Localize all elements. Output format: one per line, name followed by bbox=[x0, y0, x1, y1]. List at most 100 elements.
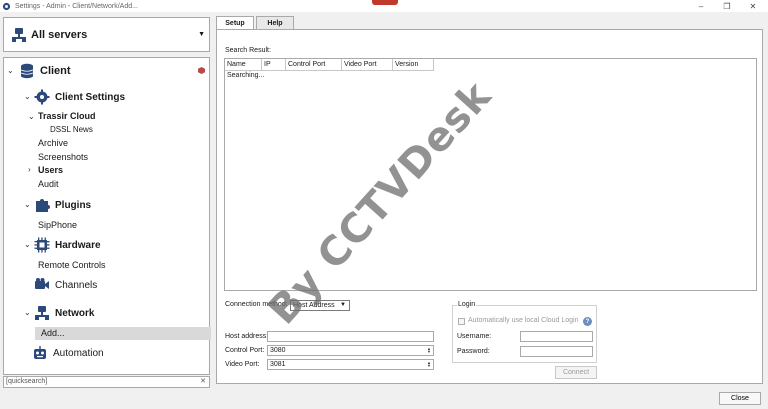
chevron-down-icon[interactable]: ⌄ bbox=[24, 240, 31, 249]
tree-label-sipphone: SipPhone bbox=[38, 220, 78, 230]
trassir-logo bbox=[372, 0, 398, 5]
chip-icon bbox=[34, 237, 50, 253]
connection-method-label: Connection method: bbox=[225, 301, 288, 308]
tree-item-add[interactable]: Add... bbox=[41, 328, 65, 338]
help-icon[interactable]: ? bbox=[583, 317, 592, 326]
tree-item-client-settings[interactable]: Client Settings bbox=[34, 89, 125, 105]
tree-label-plugins: Plugins bbox=[55, 199, 92, 211]
search-result-table[interactable]: Name IP Control Port Video Port Version … bbox=[224, 58, 757, 291]
all-servers-label: All servers bbox=[31, 28, 88, 41]
password-label: Password: bbox=[457, 348, 490, 355]
tree-item-users[interactable]: Users bbox=[38, 165, 63, 175]
tree-label-network: Network bbox=[55, 307, 95, 319]
tree-label-remote-controls: Remote Controls bbox=[38, 260, 106, 270]
column-header-version[interactable]: Version bbox=[393, 59, 434, 71]
search-result-label: Search Result: bbox=[225, 47, 271, 54]
tab-setup[interactable]: Setup bbox=[216, 16, 254, 30]
username-label: Username: bbox=[457, 333, 492, 340]
server-icon bbox=[12, 27, 26, 42]
quicksearch-placeholder: [quicksearch] bbox=[6, 378, 48, 385]
gear-icon bbox=[2, 2, 11, 10]
login-group: Login Automatically use local Cloud Logi… bbox=[452, 301, 597, 363]
robot-icon bbox=[34, 346, 46, 359]
connect-button[interactable]: Connect bbox=[555, 366, 597, 379]
tree-label-channels: Channels bbox=[55, 279, 98, 291]
clear-icon[interactable]: ✕ bbox=[200, 377, 206, 387]
chevron-right-icon[interactable]: › bbox=[28, 165, 31, 174]
table-header: Name IP Control Port Video Port Version bbox=[225, 59, 435, 71]
chevron-down-icon: ▼ bbox=[340, 302, 346, 308]
control-port-value: 3080 bbox=[270, 347, 286, 354]
column-header-ip[interactable]: IP bbox=[262, 59, 286, 71]
auto-cloud-login-label: Automatically use local Cloud Login bbox=[468, 317, 579, 324]
quicksearch-input[interactable]: [quicksearch] ✕ bbox=[3, 376, 210, 388]
tree-label-dssl-news: DSSL News bbox=[50, 125, 93, 134]
connection-method-select[interactable]: Host Address ▼ bbox=[290, 300, 350, 311]
tree-label-users: Users bbox=[38, 165, 64, 175]
tree-item-archive[interactable]: Archive bbox=[38, 138, 68, 148]
camera-icon bbox=[35, 278, 49, 289]
control-port-input[interactable]: 3080 ▲ ▼ bbox=[267, 345, 434, 356]
tree-item-dssl-news[interactable]: DSSL News bbox=[50, 125, 93, 134]
control-port-label: Control Port: bbox=[225, 347, 265, 354]
title-bar: Settings - Admin - Client/Network/Add...… bbox=[0, 0, 768, 12]
network-icon bbox=[35, 306, 49, 320]
tree-label-client: Client bbox=[40, 65, 71, 77]
gear-icon bbox=[34, 89, 50, 105]
cube-icon bbox=[198, 67, 205, 74]
tree-item-channels[interactable]: Channels bbox=[34, 277, 97, 293]
close-button[interactable]: Close bbox=[719, 392, 761, 405]
spinner-arrows-icon[interactable]: ▲ ▼ bbox=[426, 347, 432, 354]
login-legend: Login bbox=[457, 301, 477, 308]
tab-help[interactable]: Help bbox=[256, 16, 294, 29]
tree-item-trassir-cloud[interactable]: Trassir Cloud bbox=[38, 111, 96, 121]
minimize-button[interactable]: – bbox=[688, 0, 714, 12]
tree-label-hardware: Hardware bbox=[55, 239, 101, 251]
username-input[interactable] bbox=[520, 331, 593, 342]
video-port-value: 3081 bbox=[270, 361, 286, 368]
column-header-video-port[interactable]: Video Port bbox=[342, 59, 393, 71]
chevron-down-icon[interactable]: ⌄ bbox=[24, 308, 31, 317]
window-title: Settings - Admin - Client/Network/Add... bbox=[15, 2, 138, 10]
host-address-input[interactable] bbox=[267, 331, 434, 342]
tree-item-network[interactable]: Network bbox=[34, 305, 94, 321]
column-header-name[interactable]: Name bbox=[225, 59, 262, 71]
video-port-input[interactable]: 3081 ▲ ▼ bbox=[267, 359, 434, 370]
tree-item-remote-controls[interactable]: Remote Controls bbox=[38, 260, 106, 270]
host-address-label: Host address: bbox=[225, 333, 269, 340]
search-status-text: Searching... bbox=[227, 72, 265, 79]
tree-item-automation[interactable]: Automation bbox=[32, 345, 104, 361]
chevron-down-icon[interactable]: ⌄ bbox=[24, 200, 31, 209]
video-port-label: Video Port: bbox=[225, 361, 260, 368]
tree-label-client-settings: Client Settings bbox=[55, 91, 126, 103]
connection-method-value: Host Address bbox=[293, 302, 335, 309]
chevron-down-icon: ▼ bbox=[198, 31, 205, 38]
tree-label-automation: Automation bbox=[53, 347, 104, 359]
all-servers-dropdown[interactable]: All servers ▼ bbox=[3, 17, 210, 52]
puzzle-icon bbox=[36, 199, 50, 212]
chevron-down-icon[interactable]: ⌄ bbox=[28, 112, 35, 121]
tree-label-add: Add... bbox=[41, 328, 65, 338]
tree-item-client[interactable]: Client bbox=[19, 63, 71, 79]
close-window-button[interactable]: ✕ bbox=[740, 0, 766, 12]
tree-label-audit: Audit bbox=[38, 179, 59, 189]
spinner-arrows-icon[interactable]: ▲ ▼ bbox=[426, 361, 432, 368]
left-panel: All servers ▼ ⌄ Client ⌄ Client Settings… bbox=[0, 12, 213, 409]
restore-button[interactable]: ❐ bbox=[714, 0, 740, 12]
tree-label-archive: Archive bbox=[38, 138, 69, 148]
chevron-down-icon[interactable]: ⌄ bbox=[24, 92, 31, 101]
tree-label-screenshots: Screenshots bbox=[38, 152, 89, 162]
column-header-control-port[interactable]: Control Port bbox=[286, 59, 342, 71]
database-icon bbox=[20, 63, 34, 79]
settings-tree[interactable]: ⌄ Client ⌄ Client Settings ⌄ Trassir Clo… bbox=[3, 57, 211, 375]
setup-panel: Search Result: Name IP Control Port Vide… bbox=[216, 29, 763, 384]
tree-label-trassir-cloud: Trassir Cloud bbox=[38, 111, 96, 121]
tree-item-hardware[interactable]: Hardware bbox=[34, 237, 101, 253]
tree-item-plugins[interactable]: Plugins bbox=[34, 197, 91, 213]
password-input[interactable] bbox=[520, 346, 593, 357]
tree-item-sipphone[interactable]: SipPhone bbox=[38, 220, 77, 230]
tree-item-screenshots[interactable]: Screenshots bbox=[38, 152, 88, 162]
auto-cloud-login-checkbox[interactable] bbox=[458, 318, 465, 325]
tree-item-audit[interactable]: Audit bbox=[38, 179, 59, 189]
chevron-down-icon[interactable]: ⌄ bbox=[7, 66, 14, 75]
